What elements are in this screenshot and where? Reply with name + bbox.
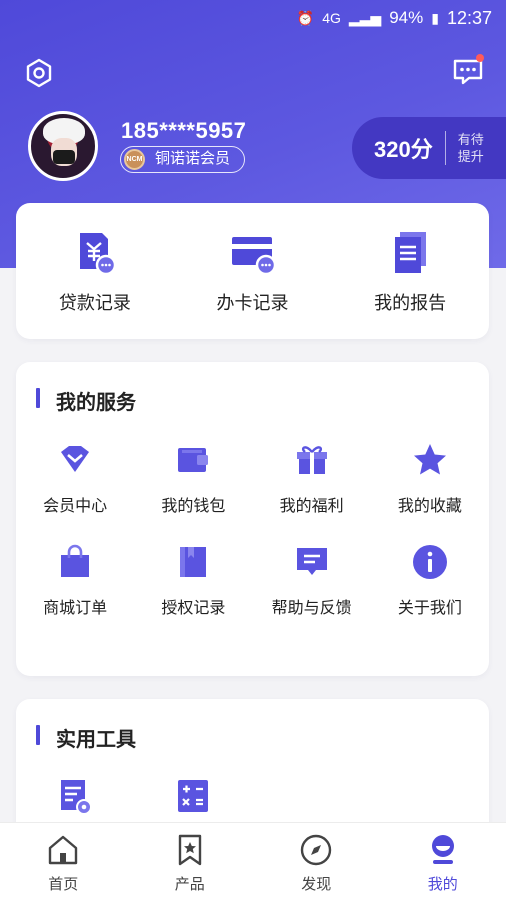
score-hint: 有待提升 [457, 132, 484, 164]
tool-item[interactable] [16, 777, 134, 817]
settings-hexagon-icon [26, 58, 52, 88]
record-label: 办卡记录 [216, 293, 289, 313]
tab-label: 我的 [427, 876, 458, 893]
card-record-icon [231, 237, 276, 276]
service-authorization-records[interactable]: 授权记录 [134, 542, 252, 618]
service-label: 帮助与反馈 [271, 600, 352, 617]
member-level-badge[interactable]: NCM 铜诺诺会员 [120, 146, 246, 173]
home-icon [49, 835, 78, 865]
service-help-feedback[interactable]: 帮助与反馈 [253, 542, 371, 618]
tab-home[interactable]: 首页 [0, 823, 127, 900]
loan-record-item[interactable]: 贷款记录 [16, 203, 174, 339]
card-record-item[interactable]: 办卡记录 [174, 203, 332, 339]
unread-dot [476, 54, 484, 62]
service-label: 关于我们 [397, 600, 462, 617]
clock: 12:37 [446, 7, 492, 28]
settings-document-icon [61, 780, 93, 815]
network-label: 4G [322, 10, 341, 26]
profile-icon [431, 835, 454, 864]
score-divider [444, 131, 446, 165]
diamond-icon [61, 446, 90, 472]
records-card: 贷款记录 办卡记录 我的报告 [16, 203, 489, 339]
service-favorites[interactable]: 我的收藏 [371, 440, 489, 516]
tab-products[interactable]: 产品 [127, 823, 254, 900]
status-bar: ⏰ 4G ▂▃▅ 94% ▮ 12:37 [0, 0, 506, 36]
service-about-us[interactable]: 关于我们 [371, 542, 489, 618]
credit-score-pill[interactable]: 320分 有待提升 [352, 117, 506, 179]
service-mall-orders[interactable]: 商城订单 [16, 542, 134, 618]
service-label: 授权记录 [161, 600, 226, 617]
wallet-icon [178, 448, 209, 472]
feedback-icon [296, 548, 327, 575]
signal-icon: ▂▃▅ [348, 9, 382, 26]
record-label: 贷款记录 [58, 293, 131, 313]
tab-label: 首页 [48, 876, 79, 893]
tools-grid [16, 777, 489, 817]
star-icon [413, 444, 446, 475]
tab-label: 产品 [174, 876, 205, 893]
service-label: 会员中心 [43, 498, 108, 515]
bookmark-book-icon [180, 547, 207, 577]
services-grid: 会员中心 我的钱包 我的福利 我的收藏 商城订单 授权记录 帮助与反馈 关于我们 [16, 440, 489, 618]
credit-score: 320分 [374, 137, 433, 162]
battery-percent: 94% [389, 8, 424, 27]
gift-icon [296, 446, 327, 474]
alarm-icon: ⏰ [296, 9, 315, 26]
tab-label: 发现 [301, 876, 332, 893]
info-icon [412, 545, 447, 579]
service-label: 我的钱包 [161, 498, 226, 515]
service-member-center[interactable]: 会员中心 [16, 440, 134, 516]
calculator-icon [178, 780, 209, 812]
tab-mine[interactable]: 我的 [380, 823, 506, 900]
user-phone: 185****5957 [121, 118, 247, 143]
service-benefits[interactable]: 我的福利 [253, 440, 371, 516]
tool-item[interactable] [134, 777, 252, 817]
loan-record-icon [79, 233, 117, 276]
section-title: 实用工具 [36, 723, 136, 752]
section-title: 我的服务 [36, 386, 136, 415]
bottom-tab-bar: 首页 产品 发现 我的 [0, 822, 506, 900]
settings-button[interactable] [22, 56, 56, 90]
message-button[interactable] [450, 54, 486, 88]
member-level-label: 铜诺诺会员 [155, 150, 231, 167]
medal-icon: NCM [124, 149, 145, 170]
service-label: 商城订单 [43, 600, 108, 617]
shopping-bag-icon [61, 544, 90, 577]
service-label: 我的收藏 [397, 498, 462, 515]
battery-icon: ▮ [431, 9, 439, 26]
bookmark-icon [178, 834, 201, 866]
services-card: 我的服务 会员中心 我的钱包 我的福利 我的收藏 商城订单 授权记录 帮助与反馈… [16, 362, 489, 676]
report-item[interactable]: 我的报告 [331, 203, 489, 339]
tab-discover[interactable]: 发现 [253, 823, 380, 900]
compass-icon [301, 834, 332, 866]
service-label: 我的福利 [279, 498, 344, 515]
record-label: 我的报告 [374, 293, 447, 313]
avatar[interactable] [28, 111, 98, 181]
report-icon [395, 232, 427, 273]
service-wallet[interactable]: 我的钱包 [134, 440, 252, 516]
